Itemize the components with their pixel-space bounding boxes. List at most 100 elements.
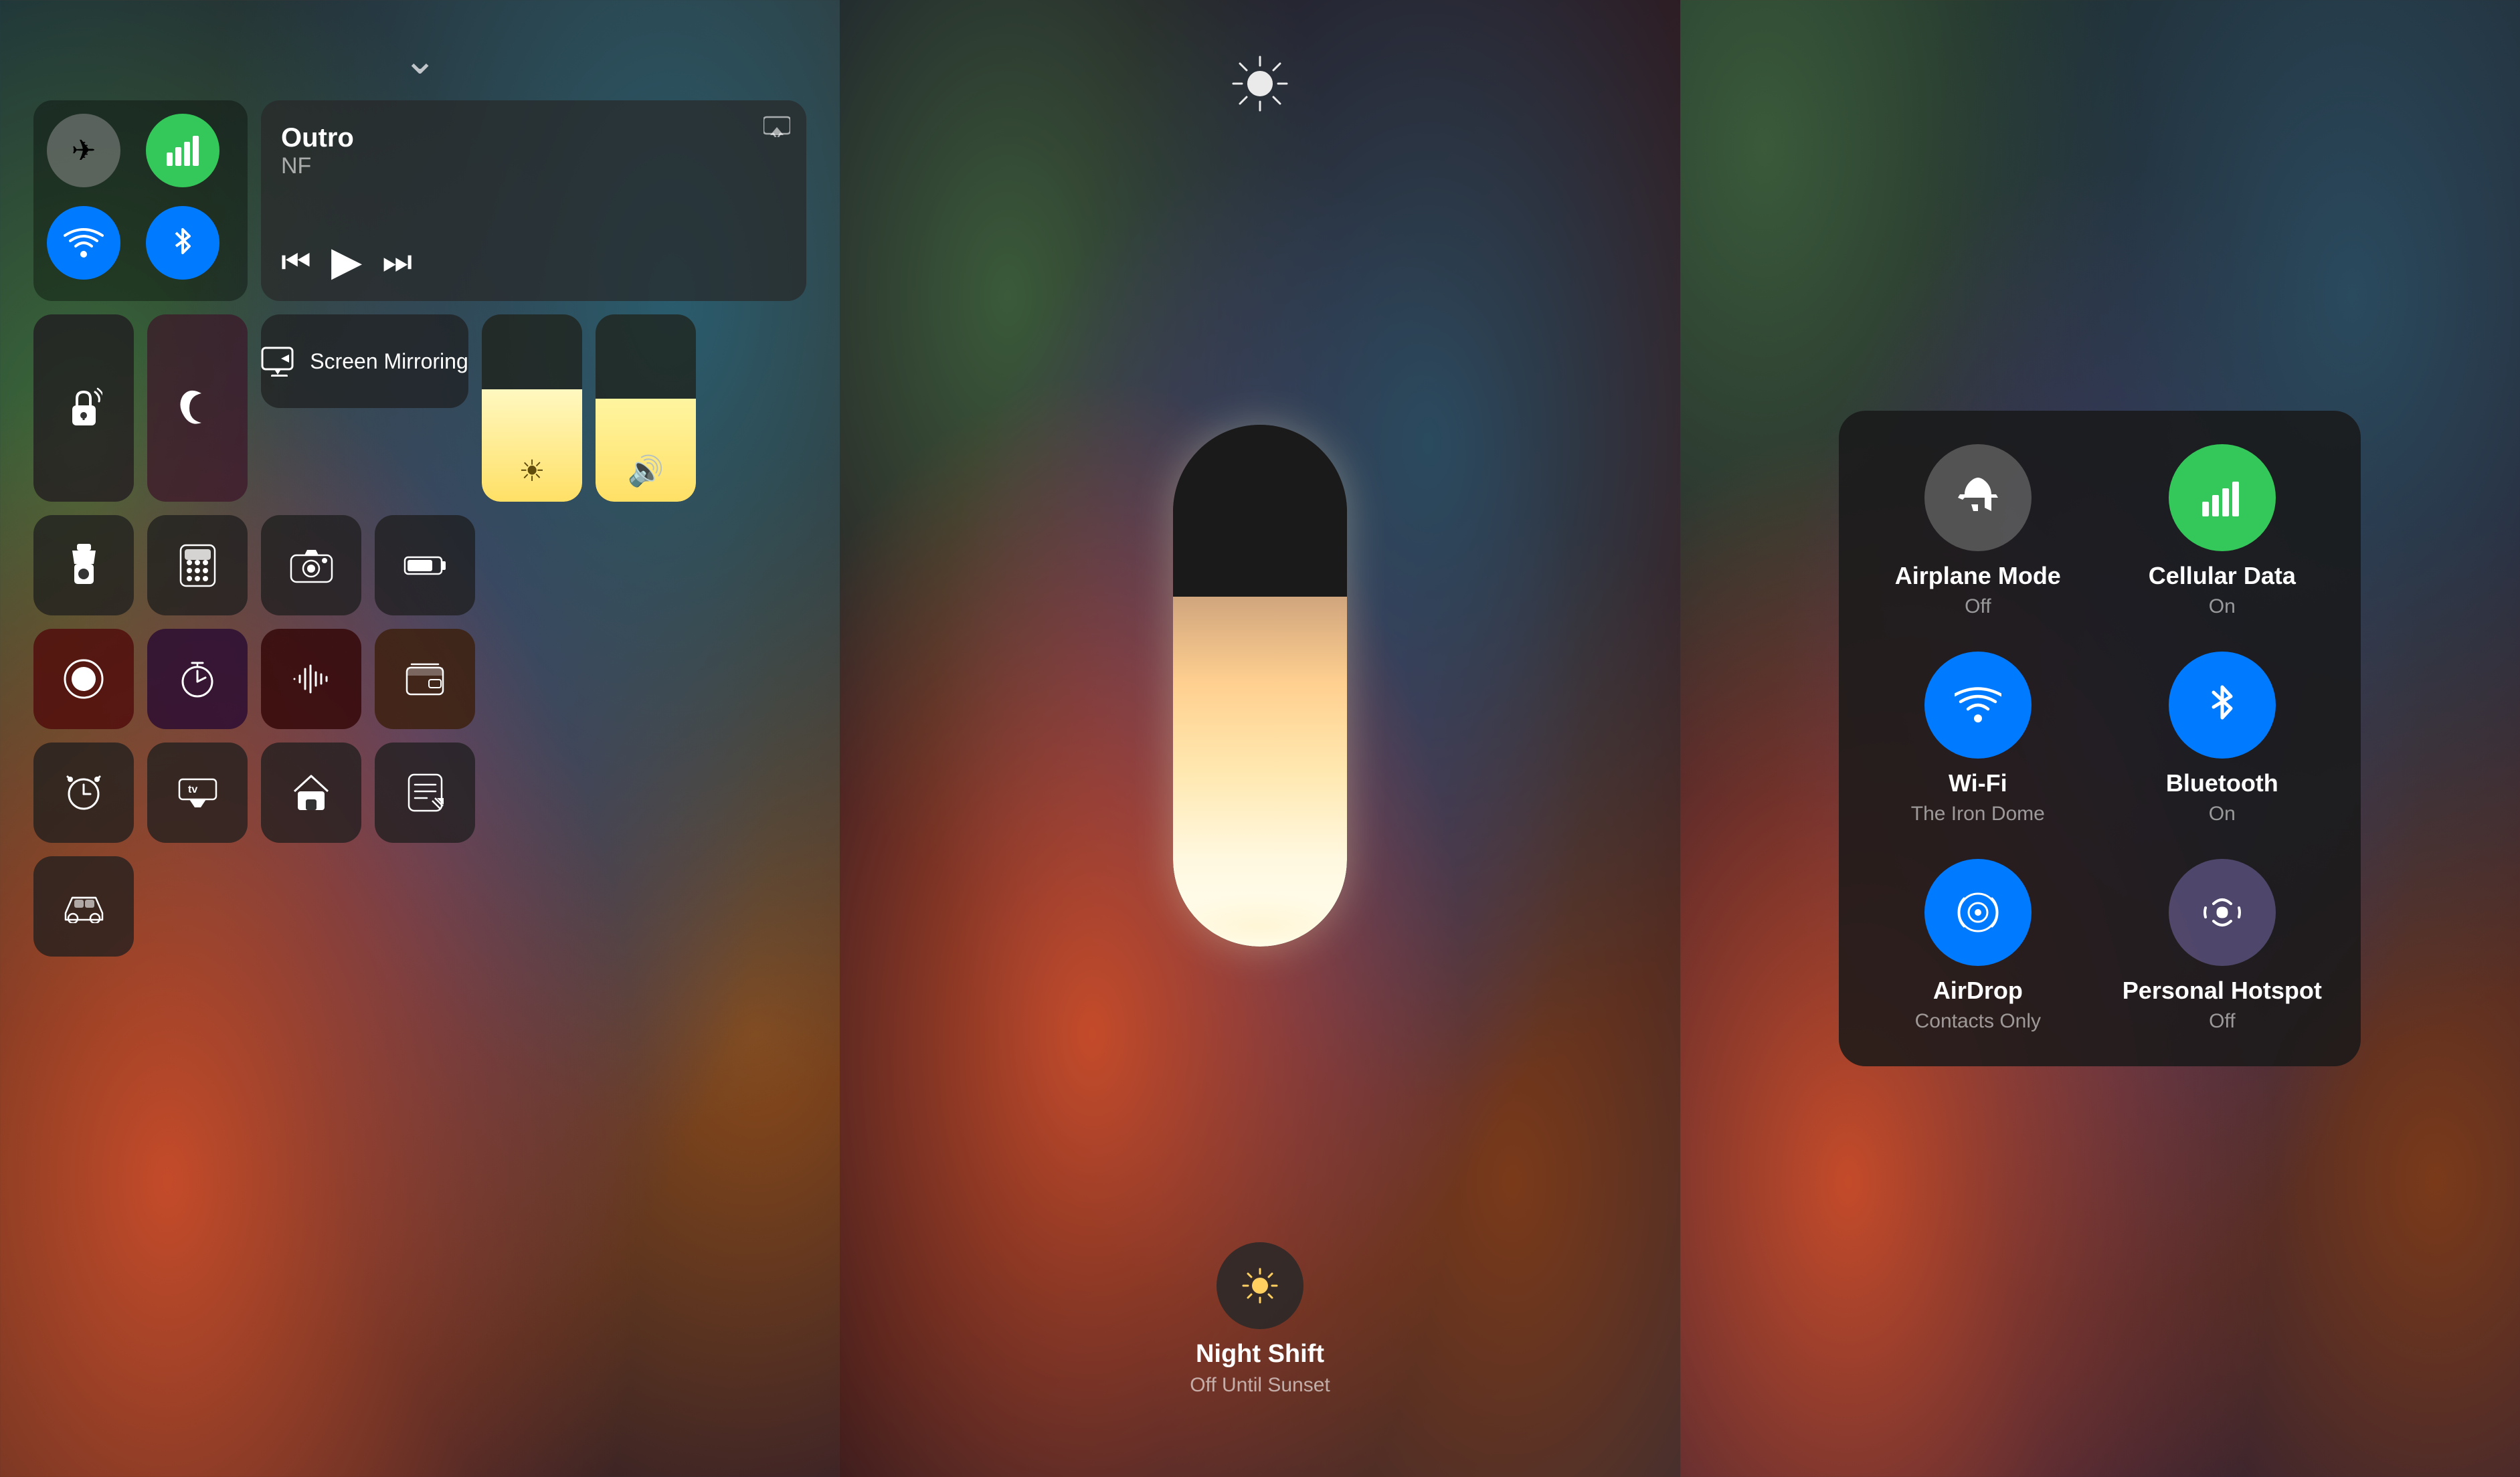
brightness-icon: ☀ (519, 454, 545, 488)
wifi-network-name: The Iron Dome (1911, 803, 2045, 825)
notes-icon (407, 773, 444, 813)
timer-icon (177, 659, 217, 699)
timer-button[interactable] (147, 629, 248, 729)
night-shift-circle (1217, 1242, 1303, 1329)
chevron-down-icon[interactable] (33, 40, 806, 80)
night-shift-sublabel: Off Until Sunset (1190, 1374, 1330, 1397)
panel-connectivity: Airplane Mode Off Cellular Data On (1680, 0, 2520, 1477)
media-info: Outro NF (281, 123, 786, 179)
home-icon (291, 773, 331, 813)
rewind-button[interactable]: ⏮ (281, 242, 311, 282)
panel-control-center: ✈ (0, 0, 840, 1477)
apple-tv-icon: tv (176, 778, 219, 808)
media-title: Outro (281, 123, 786, 153)
cellular-button[interactable] (146, 114, 219, 187)
panel-brightness: Night Shift Off Until Sunset (840, 0, 1680, 1477)
cellular-data-icon (2200, 476, 2244, 520)
alarm-icon (64, 773, 104, 813)
brightness-capsule-top (1173, 425, 1347, 607)
personal-hotspot-item[interactable]: Personal Hotspot Off (2117, 859, 2327, 1033)
cellular-data-circle (2169, 444, 2276, 551)
flashlight-icon (69, 544, 99, 587)
wallet-button[interactable] (375, 629, 475, 729)
night-shift-button[interactable]: Night Shift Off Until Sunset (1190, 1242, 1330, 1397)
personal-hotspot-circle (2169, 859, 2276, 966)
bluetooth-icon-p1 (169, 223, 196, 263)
bluetooth-status: On (2209, 803, 2236, 825)
airplane-mode-button[interactable]: ✈ (47, 114, 120, 187)
wifi-item[interactable]: Wi-Fi The Iron Dome (1872, 652, 2083, 825)
bluetooth-button-p1[interactable] (146, 206, 219, 280)
portrait-lock-icon (66, 387, 102, 430)
car-icon (62, 890, 106, 923)
media-player-card: Outro NF ⏮ ▶ ⏭ (261, 100, 806, 301)
sun-svg (1230, 54, 1290, 114)
screen-mirroring-icon (261, 347, 298, 377)
media-controls: ⏮ ▶ ⏭ (281, 238, 786, 285)
airplane-mode-label: Airplane Mode (1895, 562, 2061, 590)
night-shift-icon (1240, 1266, 1280, 1306)
connectivity-grid: ✈ (33, 100, 248, 301)
screen-mirroring-button[interactable]: Screen Mirroring (261, 314, 468, 408)
airplane-mode-status: Off (1965, 595, 1991, 618)
volume-slider[interactable]: 🔊 (596, 314, 696, 502)
flashlight-button[interactable] (33, 515, 134, 615)
cellular-data-label: Cellular Data (2149, 562, 2296, 590)
notes-button[interactable] (375, 743, 475, 843)
volume-icon: 🔊 (628, 454, 664, 488)
airdrop-circle (1924, 859, 2032, 966)
personal-hotspot-icon (2199, 889, 2246, 936)
wifi-button-p1[interactable] (47, 206, 120, 280)
sound-recognition-button[interactable] (261, 629, 361, 729)
brightness-sun-icon (1230, 54, 1290, 128)
brightness-glow (1173, 893, 1347, 947)
brightness-slider[interactable]: ☀ (482, 314, 582, 502)
camera-icon (290, 547, 333, 584)
wifi-icon-p1 (64, 226, 104, 260)
airdrop-item[interactable]: AirDrop Contacts Only (1872, 859, 2083, 1033)
camera-button[interactable] (261, 515, 361, 615)
calculator-button[interactable] (147, 515, 248, 615)
screen-record-button[interactable] (33, 629, 134, 729)
night-shift-label: Night Shift (1196, 1340, 1324, 1369)
bluetooth-circle (2169, 652, 2276, 759)
bluetooth-label: Bluetooth (2166, 769, 2278, 797)
waveform-icon (291, 662, 331, 696)
airplay-icon[interactable] (763, 114, 790, 143)
car-button[interactable] (33, 856, 134, 957)
wifi-label: Wi-Fi (1949, 769, 2007, 797)
portrait-lock-button[interactable] (33, 314, 134, 502)
media-artist: NF (281, 153, 786, 179)
wallet-icon (405, 661, 445, 698)
airdrop-status: Contacts Only (1915, 1010, 2041, 1033)
screen-mirroring-label: Screen Mirroring (310, 349, 468, 374)
fast-forward-button[interactable]: ⏭ (382, 242, 412, 282)
airplane-mode-circle (1924, 444, 2032, 551)
home-button[interactable] (261, 743, 361, 843)
cellular-icon (165, 132, 201, 169)
do-not-disturb-button[interactable] (147, 314, 248, 502)
airdrop-label: AirDrop (1933, 977, 2023, 1005)
airplane-mode-icon (1955, 474, 2001, 521)
play-button[interactable]: ▶ (331, 238, 362, 285)
calculator-icon (179, 544, 216, 587)
airplane-mode-item[interactable]: Airplane Mode Off (1872, 444, 2083, 618)
airplay-svg (763, 114, 790, 137)
battery-icon (403, 554, 447, 577)
cellular-data-status: On (2209, 595, 2236, 618)
bluetooth-item[interactable]: Bluetooth On (2117, 652, 2327, 825)
alarm-button[interactable] (33, 743, 134, 843)
personal-hotspot-label: Personal Hotspot (2123, 977, 2322, 1005)
brightness-capsule[interactable] (1173, 425, 1347, 947)
personal-hotspot-status: Off (2209, 1010, 2235, 1033)
airdrop-icon (1955, 889, 2001, 936)
airplane-icon: ✈ (72, 134, 96, 168)
svg-text:tv: tv (188, 784, 197, 795)
wifi-icon (1955, 685, 2001, 725)
apple-tv-button[interactable]: tv (147, 743, 248, 843)
bluetooth-icon (2206, 680, 2239, 730)
battery-button[interactable] (375, 515, 475, 615)
cellular-data-item[interactable]: Cellular Data On (2117, 444, 2327, 618)
quick-actions-grid: tv (33, 515, 806, 957)
moon-icon (176, 387, 219, 430)
